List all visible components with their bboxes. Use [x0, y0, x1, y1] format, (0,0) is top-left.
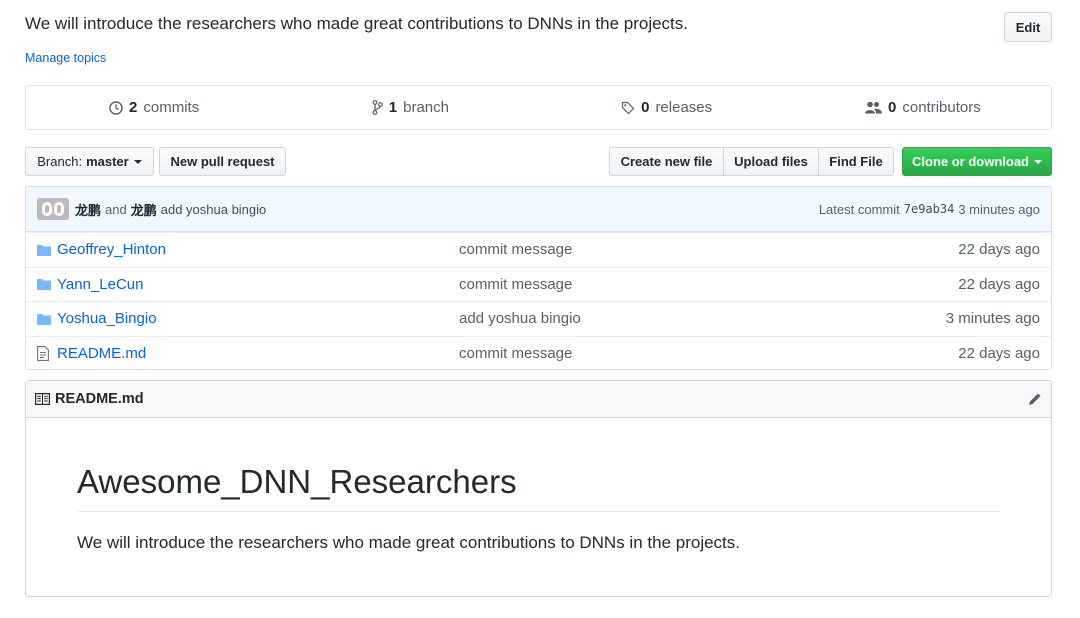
table-row[interactable]: README.md commit message 22 days ago	[26, 335, 1051, 370]
table-row[interactable]: Yann_LeCun commit message 22 days ago	[26, 266, 1051, 302]
file-commit-message[interactable]: add yoshua bingio	[459, 310, 581, 327]
releases-summary[interactable]: 0 releases	[539, 86, 795, 129]
contributors-label: contributors	[902, 99, 981, 116]
commit-author[interactable]: 龙鹏	[75, 200, 101, 219]
people-icon	[865, 101, 883, 114]
readme-panel: README.md Awesome_DNN_Researchers We wil…	[25, 380, 1052, 597]
tag-icon	[621, 101, 635, 114]
commits-label: commits	[143, 99, 200, 116]
edit-description-button[interactable]: Edit	[1004, 12, 1052, 42]
commit-coauthor[interactable]: 龙鹏	[131, 200, 157, 219]
new-pull-request-button[interactable]: New pull request	[159, 147, 286, 176]
branch-name: master	[86, 154, 129, 169]
repo-description: We will introduce the researchers who ma…	[25, 14, 688, 33]
contributors-summary[interactable]: 0 contributors	[795, 86, 1051, 129]
commit-message[interactable]: add yoshua bingio	[161, 202, 267, 217]
upload-files-button[interactable]: Upload files	[723, 147, 819, 176]
history-icon	[109, 100, 123, 115]
file-commit-message[interactable]: commit message	[459, 241, 572, 258]
commit-sha[interactable]: 7e9ab34	[904, 202, 955, 216]
file-name[interactable]: README.md	[57, 345, 459, 362]
find-file-button[interactable]: Find File	[818, 147, 894, 176]
file-commit-message[interactable]: commit message	[459, 345, 572, 362]
file-name[interactable]: Yoshua_Bingio	[57, 310, 459, 327]
file-name[interactable]: Yann_LeCun	[57, 276, 459, 293]
file-navigation: 龙鹏 and 龙鹏 add yoshua bingio Latest commi…	[25, 186, 1052, 370]
clone-label: Clone or download	[912, 154, 1029, 169]
folder-icon	[37, 242, 51, 258]
file-icon	[37, 345, 51, 361]
readme-heading: Awesome_DNN_Researchers	[77, 463, 1000, 512]
branch-prefix: Branch:	[37, 154, 83, 169]
commit-age: 3 minutes ago	[958, 201, 1040, 217]
branch-select-button[interactable]: Branch: master	[25, 147, 154, 176]
file-age: 22 days ago	[958, 344, 1040, 362]
table-row[interactable]: Yoshua_Bingio add yoshua bingio 3 minute…	[26, 301, 1051, 336]
releases-count: 0	[641, 99, 650, 116]
book-icon	[35, 393, 50, 405]
contributors-count: 0	[888, 99, 897, 116]
latest-commit-bar: 龙鹏 and 龙鹏 add yoshua bingio Latest commi…	[26, 187, 1051, 232]
caret-down-icon	[1034, 159, 1042, 164]
clone-or-download-button[interactable]: Clone or download	[902, 147, 1052, 176]
readme-filename: README.md	[55, 391, 144, 407]
commits-count: 2	[129, 99, 138, 116]
commit-and: and	[105, 201, 127, 217]
latest-commit-prefix: Latest commit	[818, 201, 900, 217]
branch-summary[interactable]: 1 branch	[282, 86, 538, 129]
create-new-file-button[interactable]: Create new file	[609, 147, 724, 176]
releases-label: releases	[655, 99, 713, 116]
branch-label: branch	[403, 99, 449, 116]
file-commit-message[interactable]: commit message	[459, 276, 572, 293]
file-age: 22 days ago	[958, 275, 1040, 293]
folder-icon	[37, 311, 51, 327]
manage-topics-link[interactable]: Manage topics	[25, 51, 106, 65]
folder-icon	[37, 276, 51, 292]
file-age: 22 days ago	[958, 241, 1040, 259]
branch-count: 1	[388, 99, 398, 116]
avatar[interactable]	[37, 198, 69, 220]
numbers-summary: 2 commits 1 branch 0 releases 0 contribu…	[25, 85, 1052, 130]
file-name[interactable]: Geoffrey_Hinton	[57, 241, 459, 258]
pencil-icon[interactable]	[1028, 392, 1042, 406]
readme-header: README.md	[26, 381, 1051, 418]
readme-body: We will introduce the researchers who ma…	[77, 533, 740, 552]
caret-down-icon	[133, 159, 142, 164]
table-row[interactable]: Geoffrey_Hinton commit message 22 days a…	[26, 232, 1051, 267]
commits-summary[interactable]: 2 commits	[26, 86, 282, 129]
file-age: 3 minutes ago	[945, 310, 1040, 328]
git-branch-icon	[372, 100, 383, 115]
